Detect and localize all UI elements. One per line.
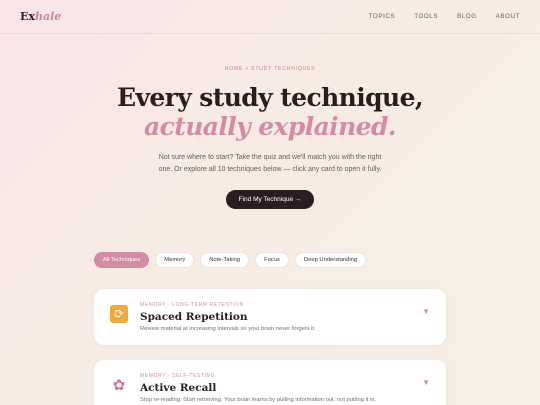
filter-all-techniques[interactable]: All Techniques xyxy=(94,252,150,268)
card-category: MEMORY · SELF-TESTING xyxy=(140,373,216,379)
page-title: Every study technique, xyxy=(117,83,424,112)
filter-deep-understanding[interactable]: Deep Understanding xyxy=(294,252,367,268)
nav-link-tools[interactable]: TOOLS xyxy=(414,13,438,20)
filter-note-taking[interactable]: Note-Taking xyxy=(200,252,250,268)
nav-link-topics[interactable]: TOPICS xyxy=(369,13,396,20)
logo-accent: hale xyxy=(34,10,62,23)
hero-subtitle: Not sure where to start? Take the quiz a… xyxy=(0,152,540,176)
nav-links: TOPICS TOOLS BLOG ABOUT xyxy=(369,13,520,20)
hero-subtitle-line-1: Not sure where to start? Take the quiz a… xyxy=(158,154,382,161)
refresh-icon: ⟳ xyxy=(110,305,128,323)
nav-link-about[interactable]: ABOUT xyxy=(496,13,520,20)
technique-card-spaced-repetition[interactable]: ⟳ MEMORY · LONG-TERM RETENTION Spaced Re… xyxy=(94,289,446,345)
technique-card-active-recall[interactable]: ✿ MEMORY · SELF-TESTING Active Recall St… xyxy=(94,360,446,405)
brain-icon: ✿ xyxy=(112,377,126,394)
find-my-technique-button[interactable]: Find My Technique → xyxy=(225,190,315,209)
hero-subtitle-line-2: one. Or explore all 10 techniques below … xyxy=(158,166,382,173)
logo[interactable]: Exhale xyxy=(20,10,61,23)
breadcrumb: HOME > STUDY TECHNIQUES xyxy=(224,66,316,72)
card-category: MEMORY · LONG-TERM RETENTION xyxy=(140,302,244,308)
card-title: Active Recall xyxy=(140,382,217,394)
logo-main: Ex xyxy=(20,10,35,23)
page-title-accent: actually explained. xyxy=(144,112,397,141)
card-description: Review material at increasing intervals … xyxy=(140,326,316,332)
card-description: Stop re-reading. Start retrieving. Your … xyxy=(140,397,377,403)
filter-focus[interactable]: Focus xyxy=(255,252,289,268)
nav-link-blog[interactable]: BLOG xyxy=(457,13,477,20)
card-title: Spaced Repetition xyxy=(140,311,248,323)
top-nav: Exhale TOPICS TOOLS BLOG ABOUT xyxy=(0,0,540,34)
chevron-down-icon[interactable]: ▼ xyxy=(422,307,430,316)
filter-memory[interactable]: Memory xyxy=(155,252,195,268)
chevron-down-icon[interactable]: ▼ xyxy=(422,378,430,387)
filter-chips: All Techniques Memory Note-Taking Focus … xyxy=(94,252,367,268)
hero: HOME > STUDY TECHNIQUES Every study tech… xyxy=(0,66,540,209)
